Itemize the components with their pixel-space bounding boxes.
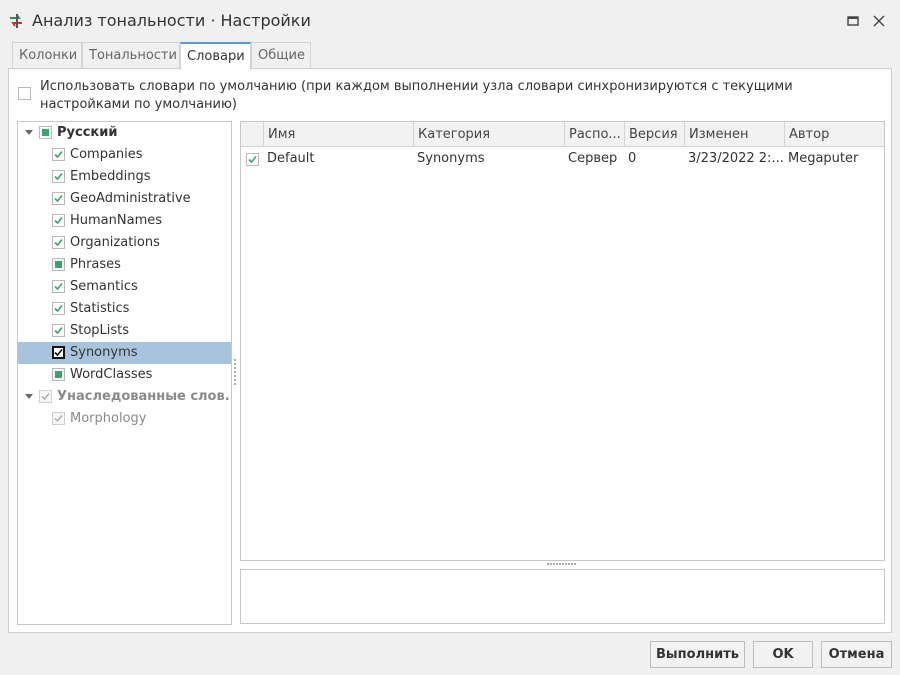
tree-item-geoadministrative[interactable]: GeoAdministrative xyxy=(18,188,231,210)
tree-checkbox[interactable] xyxy=(52,302,65,315)
tab-columns[interactable]: Колонки xyxy=(12,42,82,69)
close-icon[interactable] xyxy=(870,12,888,30)
tree-checkbox[interactable] xyxy=(52,192,65,205)
column-header-category[interactable]: Категория xyxy=(413,122,564,147)
tree-item-label: Organizations xyxy=(70,235,160,250)
column-header-location[interactable]: Распо... xyxy=(564,122,624,147)
cell-author: Megaputer xyxy=(788,151,859,166)
tree-checkbox[interactable] xyxy=(52,214,65,227)
tree-checkbox[interactable] xyxy=(52,170,65,183)
tree-group-label: Русский xyxy=(57,125,118,140)
window-title: Анализ тональности · Настройки xyxy=(32,11,311,30)
tree-checkbox[interactable] xyxy=(52,258,65,271)
horizontal-splitter-handle[interactable] xyxy=(547,563,577,566)
tree-group-inherited[interactable]: Унаследованные слов... xyxy=(18,386,231,408)
tree-item-embeddings[interactable]: Embeddings xyxy=(18,166,231,188)
expand-arrow-icon[interactable] xyxy=(25,130,33,135)
tree-checkbox[interactable] xyxy=(52,236,65,249)
tree-item-label: HumanNames xyxy=(70,213,163,228)
maximize-icon[interactable] xyxy=(844,12,862,30)
tree-item-companies[interactable]: Companies xyxy=(18,144,231,166)
tree-item-synonyms[interactable]: Synonyms xyxy=(18,342,231,364)
tab-sentiments[interactable]: Тональности xyxy=(82,42,180,69)
tree-item-label: Companies xyxy=(70,147,143,162)
tree-item-humannames[interactable]: HumanNames xyxy=(18,210,231,232)
tree-item-label: Morphology xyxy=(70,411,147,426)
column-header-version[interactable]: Версия xyxy=(624,122,684,147)
tree-item-label: StopLists xyxy=(70,323,130,338)
tree-item-statistics[interactable]: Statistics xyxy=(18,298,231,320)
tree-checkbox[interactable] xyxy=(52,148,65,161)
dictionary-tree: Русский Companies Embeddings GeoAdminist… xyxy=(17,121,232,625)
tree-checkbox[interactable] xyxy=(52,368,65,381)
column-header-name[interactable]: Имя xyxy=(263,122,413,147)
run-button[interactable]: Выполнить xyxy=(650,641,745,668)
tree-item-label: GeoAdministrative xyxy=(70,191,191,206)
tree-group-label: Унаследованные слов... xyxy=(57,389,232,404)
tree-item-label: Phrases xyxy=(70,257,121,272)
grid-header-check xyxy=(241,122,263,147)
tab-dictionaries[interactable]: Словари xyxy=(180,42,251,70)
tree-item-label: Statistics xyxy=(70,301,130,316)
tab-general[interactable]: Общие xyxy=(251,42,311,69)
tree-item-stoplists[interactable]: StopLists xyxy=(18,320,231,342)
tree-checkbox[interactable] xyxy=(52,346,65,359)
tree-item-label: Embeddings xyxy=(70,169,151,184)
tree-checkbox[interactable] xyxy=(52,280,65,293)
cancel-button[interactable]: Отмена xyxy=(821,641,892,668)
use-default-checkbox[interactable] xyxy=(18,87,31,100)
tree-item-label: Synonyms xyxy=(70,345,138,360)
column-header-author[interactable]: Автор xyxy=(784,122,884,147)
tree-checkbox[interactable] xyxy=(39,126,52,139)
tree-group-russian[interactable]: Русский xyxy=(18,122,231,144)
tree-item-morphology[interactable]: Morphology xyxy=(18,408,231,430)
dictionaries-panel: Использовать словари по умолчанию (при к… xyxy=(8,68,892,633)
tree-item-label: WordClasses xyxy=(70,367,153,382)
tree-checkbox xyxy=(39,390,52,403)
use-default-label: Использовать словари по умолчанию (при к… xyxy=(40,79,793,112)
cell-version: 0 xyxy=(628,151,637,166)
cell-category: Synonyms xyxy=(417,151,485,166)
tree-item-phrases[interactable]: Phrases xyxy=(18,254,231,276)
tree-checkbox xyxy=(52,412,65,425)
tree-item-organizations[interactable]: Organizations xyxy=(18,232,231,254)
sentiment-analysis-app-icon xyxy=(8,12,26,30)
cell-location: Сервер xyxy=(568,151,618,166)
dictionary-grid: Имя Категория Распо... Версия Изменен Ав… xyxy=(240,121,885,561)
vertical-splitter-handle[interactable] xyxy=(234,359,236,387)
table-row[interactable]: Default Synonyms Сервер 0 3/23/2022 2:..… xyxy=(241,147,884,171)
tree-item-label: Semantics xyxy=(70,279,138,294)
title-bar: Анализ тональности · Настройки xyxy=(0,0,900,42)
grid-header: Имя Категория Распо... Версия Изменен Ав… xyxy=(241,122,884,147)
tree-item-semantics[interactable]: Semantics xyxy=(18,276,231,298)
tree-item-wordclasses[interactable]: WordClasses xyxy=(18,364,231,386)
column-header-modified[interactable]: Изменен xyxy=(684,122,784,147)
description-pane xyxy=(240,569,885,624)
ok-button[interactable]: OK xyxy=(753,641,813,668)
tree-checkbox[interactable] xyxy=(52,324,65,337)
row-checkbox[interactable] xyxy=(246,153,259,166)
expand-arrow-icon[interactable] xyxy=(25,394,33,399)
cell-name: Default xyxy=(267,151,315,166)
cell-modified: 3/23/2022 2:... xyxy=(688,151,784,166)
